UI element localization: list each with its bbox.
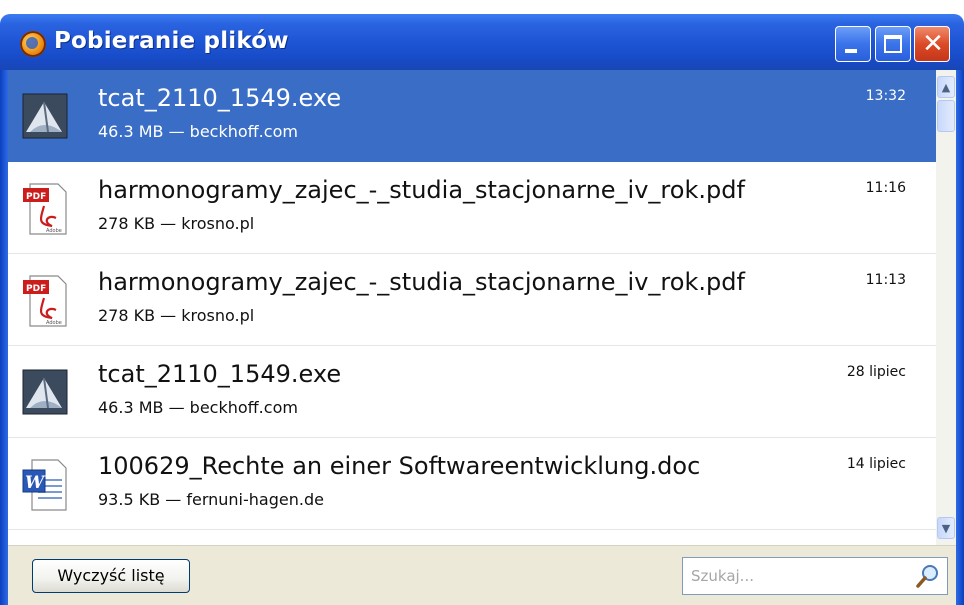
downloads-window: Pobieranie plików ✕ tcat_2110_1549.exe 4… [0, 0, 964, 605]
firefox-icon [20, 31, 46, 57]
close-button[interactable]: ✕ [914, 26, 950, 62]
scrollbar-thumb[interactable] [937, 100, 955, 132]
bottom-toolbar: Wyczyść listę [8, 545, 956, 605]
chevron-up-icon: ▲ [941, 81, 951, 94]
svg-text:PDF: PDF [26, 192, 46, 202]
minimize-icon [845, 49, 857, 53]
window-title: Pobieranie plików [54, 28, 289, 54]
download-meta: 278 KB — krosno.pl [98, 214, 255, 233]
chevron-down-icon: ▼ [941, 522, 951, 535]
window-border-right [956, 70, 964, 605]
maximize-icon [884, 35, 902, 53]
maximize-button[interactable] [875, 26, 911, 62]
title-bar[interactable]: Pobieranie plików ✕ [0, 14, 964, 70]
download-time: 13:32 [865, 88, 906, 104]
download-item[interactable]: PDF Adobe harmonogramy_zajec_-_studia_st… [8, 254, 936, 346]
pdf-icon: PDF Adobe [23, 183, 67, 235]
download-meta: 93.5 KB — fernuni-hagen.de [98, 490, 324, 509]
svg-text:W: W [25, 473, 46, 493]
minimize-button[interactable] [835, 26, 871, 62]
vertical-scrollbar[interactable]: ▲ ▼ [936, 70, 956, 545]
download-item[interactable]: PDF Adobe harmonogramy_zajec_-_studia_st… [8, 162, 936, 254]
clear-list-button[interactable]: Wyczyść listę [32, 559, 190, 593]
exe-setup-icon [22, 93, 68, 139]
exe-setup-icon [22, 369, 68, 415]
download-item[interactable]: tcat_2110_1549.exe 46.3 MB — beckhoff.co… [8, 346, 936, 438]
scroll-up-button[interactable]: ▲ [937, 76, 955, 98]
download-time: 28 lipiec [846, 364, 906, 380]
download-filename: tcat_2110_1549.exe [98, 360, 342, 388]
word-doc-icon: W [22, 459, 67, 511]
svg-text:PDF: PDF [26, 284, 46, 294]
download-time: 14 lipiec [846, 456, 906, 472]
download-meta: 46.3 MB — beckhoff.com [98, 398, 298, 417]
download-filename: 100629_Rechte an einer Softwareentwicklu… [98, 452, 701, 480]
download-item[interactable]: W 100629_Rechte an einer Softwareentwick… [8, 438, 936, 530]
close-icon: ✕ [922, 29, 944, 59]
download-filename: harmonogramy_zajec_-_studia_stacjonarne_… [98, 268, 745, 296]
downloads-list: tcat_2110_1549.exe 46.3 MB — beckhoff.co… [8, 70, 936, 545]
download-filename: harmonogramy_zajec_-_studia_stacjonarne_… [98, 176, 745, 204]
download-meta: 278 KB — krosno.pl [98, 306, 255, 325]
download-item[interactable]: tcat_2110_1549.exe 46.3 MB — beckhoff.co… [8, 70, 936, 162]
download-time: 11:16 [865, 180, 906, 196]
download-filename: tcat_2110_1549.exe [98, 84, 342, 112]
search-input[interactable] [691, 564, 901, 588]
pdf-icon: PDF Adobe [23, 275, 67, 327]
search-box[interactable] [682, 557, 948, 595]
window-border-left [0, 70, 8, 605]
svg-text:Adobe: Adobe [46, 228, 62, 234]
svg-text:Adobe: Adobe [46, 320, 62, 326]
download-time: 11:13 [865, 272, 906, 288]
search-icon[interactable] [915, 563, 941, 589]
scroll-down-button[interactable]: ▼ [937, 517, 955, 539]
download-meta: 46.3 MB — beckhoff.com [98, 122, 298, 141]
